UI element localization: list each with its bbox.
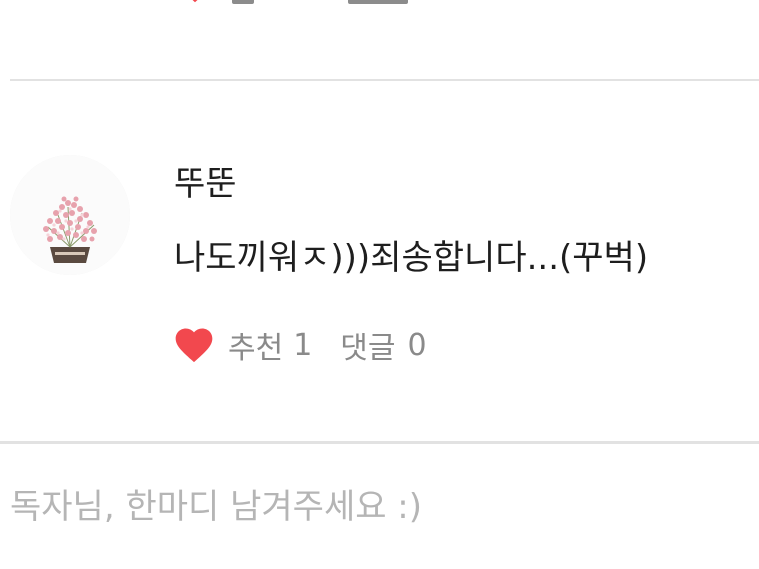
like-label: 추천 — [228, 331, 284, 366]
comment-divider — [10, 79, 759, 81]
reply-button[interactable]: 댓글 0 — [340, 323, 426, 367]
comment-screen: 뚜뚠 나도끼워ㅈ)))죄송합니다...(꾸벅) 추천 1 댓글 0 — [0, 0, 759, 569]
avatar[interactable] — [10, 155, 130, 275]
previous-comment-like-fragment — [232, 0, 254, 4]
heart-icon[interactable] — [172, 323, 216, 367]
like-button[interactable]: 추천 1 — [172, 323, 312, 367]
reply-label: 댓글 — [340, 331, 396, 366]
comment-text: 나도끼워ㅈ)))죄송합니다...(꾸벅) — [174, 238, 649, 278]
comment-input[interactable] — [0, 444, 759, 569]
comment-author[interactable]: 뚜뚠 — [174, 158, 237, 210]
reply-count: 0 — [407, 327, 427, 363]
comment-actions: 추천 1 댓글 0 — [172, 320, 427, 370]
previous-comment-reply-fragment — [348, 0, 408, 4]
flower-bouquet-icon — [10, 155, 130, 275]
like-count: 1 — [293, 327, 313, 363]
previous-comment-heart-icon[interactable] — [178, 0, 212, 6]
